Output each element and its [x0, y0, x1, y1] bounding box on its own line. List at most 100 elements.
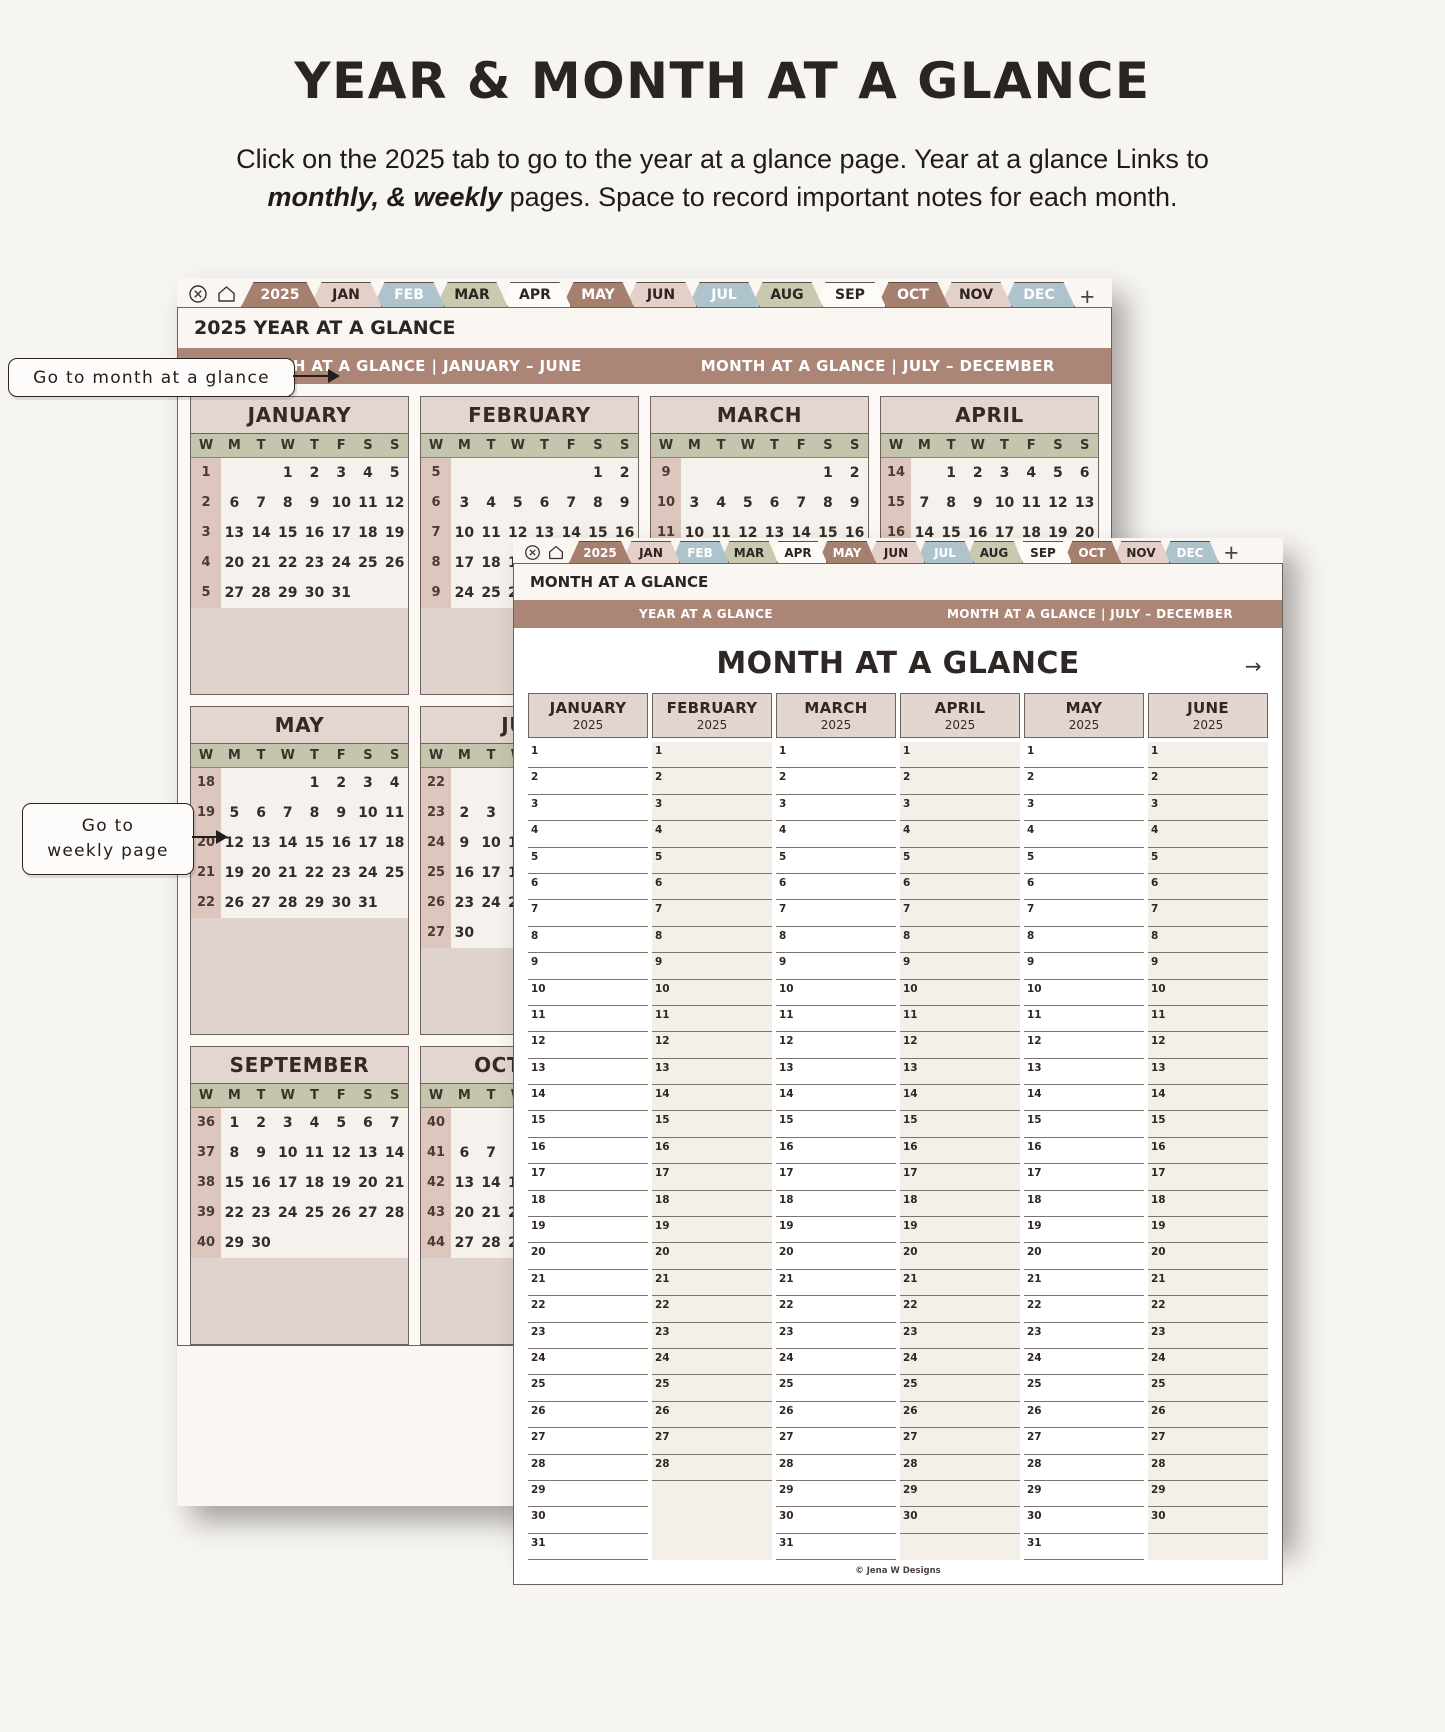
next-page-arrow-icon[interactable]: →: [1245, 654, 1262, 678]
mag-day-row[interactable]: 17: [900, 1164, 1020, 1191]
mag-day-row[interactable]: 20: [1024, 1243, 1144, 1270]
day-cell[interactable]: 15: [274, 518, 301, 548]
mag-day-row[interactable]: 6: [900, 874, 1020, 901]
mag-day-row[interactable]: 27: [776, 1428, 896, 1455]
day-cell[interactable]: 2: [248, 1108, 275, 1138]
mag-day-row[interactable]: 29: [1024, 1481, 1144, 1508]
mag-day-row[interactable]: 10: [652, 980, 772, 1006]
day-cell[interactable]: 28: [274, 888, 301, 918]
day-cell[interactable]: 2: [328, 768, 355, 798]
mag-day-row[interactable]: 17: [1024, 1164, 1144, 1191]
day-cell[interactable]: 13: [221, 518, 248, 548]
tab-sep[interactable]: SEP: [1014, 541, 1072, 563]
mag-day-row[interactable]: 24: [652, 1349, 772, 1376]
week-row[interactable]: 40 29 30: [191, 1228, 408, 1258]
day-cell[interactable]: 25: [355, 548, 382, 578]
mag-day-row[interactable]: 22: [900, 1296, 1020, 1323]
day-cell[interactable]: 2: [451, 798, 478, 828]
mag-day-row[interactable]: 14: [776, 1085, 896, 1112]
tab-dec[interactable]: DEC: [1161, 541, 1219, 563]
mag-day-row[interactable]: 9: [900, 953, 1020, 980]
week-row[interactable]: 39 22 23 24 25 26 27 28: [191, 1198, 408, 1228]
mag-day-row[interactable]: 12: [652, 1032, 772, 1059]
mag-day-row[interactable]: 12: [1148, 1032, 1268, 1059]
home-icon[interactable]: [545, 541, 567, 563]
mag-day-row[interactable]: 13: [776, 1059, 896, 1086]
mag-day-row[interactable]: 21: [776, 1270, 896, 1297]
day-cell[interactable]: 3: [328, 458, 355, 488]
day-cell[interactable]: 23: [451, 888, 478, 918]
day-cell[interactable]: [681, 458, 708, 488]
mag-day-row[interactable]: 22: [776, 1296, 896, 1323]
mag-day-row[interactable]: 13: [528, 1059, 648, 1086]
day-cell[interactable]: [788, 458, 815, 488]
week-number[interactable]: 27: [421, 918, 451, 948]
day-cell[interactable]: 12: [1045, 488, 1072, 518]
tab-oct[interactable]: OCT: [1063, 541, 1121, 563]
mag-day-row[interactable]: 24: [1024, 1349, 1144, 1376]
mag-day-row[interactable]: 1: [1148, 742, 1268, 769]
day-cell[interactable]: 24: [328, 548, 355, 578]
day-cell[interactable]: [355, 1228, 382, 1258]
day-cell[interactable]: [274, 768, 301, 798]
day-cell[interactable]: 17: [328, 518, 355, 548]
day-cell[interactable]: 27: [451, 1228, 478, 1258]
day-cell[interactable]: 15: [221, 1168, 248, 1198]
day-cell[interactable]: 6: [248, 798, 275, 828]
week-row[interactable]: 3 13 14 15 16 17 18 19: [191, 518, 408, 548]
mag-day-row[interactable]: 3: [1148, 795, 1268, 822]
mag-day-row[interactable]: 25: [776, 1375, 896, 1402]
day-cell[interactable]: 4: [301, 1108, 328, 1138]
mag-day-row[interactable]: 12: [900, 1032, 1020, 1059]
day-cell[interactable]: 18: [301, 1168, 328, 1198]
day-cell[interactable]: 11: [1018, 488, 1045, 518]
mag-day-row[interactable]: 28: [652, 1455, 772, 1481]
mag-day-row[interactable]: 14: [528, 1085, 648, 1112]
tab-aug[interactable]: AUG: [751, 282, 823, 307]
day-cell[interactable]: 23: [328, 858, 355, 888]
week-number[interactable]: 9: [651, 458, 681, 488]
day-cell[interactable]: 1: [938, 458, 965, 488]
mag-day-row[interactable]: 2: [776, 768, 896, 795]
tab-oct[interactable]: OCT: [877, 282, 949, 307]
mag-day-row[interactable]: 22: [652, 1296, 772, 1323]
week-number[interactable]: 19: [191, 798, 221, 828]
day-cell[interactable]: 9: [451, 828, 478, 858]
week-row[interactable]: 9 12: [651, 458, 868, 488]
day-cell[interactable]: 29: [221, 1228, 248, 1258]
day-cell[interactable]: 10: [274, 1138, 301, 1168]
day-cell[interactable]: 3: [681, 488, 708, 518]
mag-day-row[interactable]: 24: [528, 1349, 648, 1376]
day-cell[interactable]: 21: [478, 1198, 505, 1228]
day-cell[interactable]: [381, 578, 408, 608]
day-cell[interactable]: 17: [274, 1168, 301, 1198]
week-number[interactable]: 14: [881, 458, 911, 488]
mag-day-row[interactable]: 25: [900, 1375, 1020, 1402]
mag-day-row[interactable]: 26: [1148, 1402, 1268, 1429]
day-cell[interactable]: 23: [248, 1198, 275, 1228]
day-cell[interactable]: 7: [248, 488, 275, 518]
mag-column-header-march[interactable]: MARCH 2025: [776, 693, 896, 738]
day-cell[interactable]: 8: [301, 798, 328, 828]
day-cell[interactable]: 10: [328, 488, 355, 518]
mag-day-row[interactable]: 7: [652, 900, 772, 927]
mag-column-header-february[interactable]: FEBRUARY 2025: [652, 693, 772, 738]
day-cell[interactable]: 13: [1071, 488, 1098, 518]
mag-day-row[interactable]: 18: [1148, 1191, 1268, 1218]
mag-day-row[interactable]: 14: [900, 1085, 1020, 1112]
day-cell[interactable]: [451, 1108, 478, 1138]
week-number[interactable]: 5: [191, 578, 221, 608]
tab-bar-back[interactable]: 2025 JAN FEB MAR APR MAY JUN JUL AUG SEP OCT NOV DEC…: [177, 278, 1112, 310]
week-number[interactable]: 22: [421, 768, 451, 798]
mag-day-row[interactable]: 3: [1024, 795, 1144, 822]
day-cell[interactable]: 24: [355, 858, 382, 888]
day-cell[interactable]: [221, 458, 248, 488]
mag-day-row[interactable]: 30: [528, 1507, 648, 1534]
week-row[interactable]: 4 20 21 22 23 24 25 26: [191, 548, 408, 578]
mag-day-row[interactable]: 16: [776, 1138, 896, 1165]
day-cell[interactable]: [708, 458, 735, 488]
mag-day-row[interactable]: 3: [900, 795, 1020, 822]
mag-day-row[interactable]: 15: [900, 1111, 1020, 1138]
mag-day-row[interactable]: 25: [528, 1375, 648, 1402]
mag-day-row[interactable]: 19: [528, 1217, 648, 1244]
